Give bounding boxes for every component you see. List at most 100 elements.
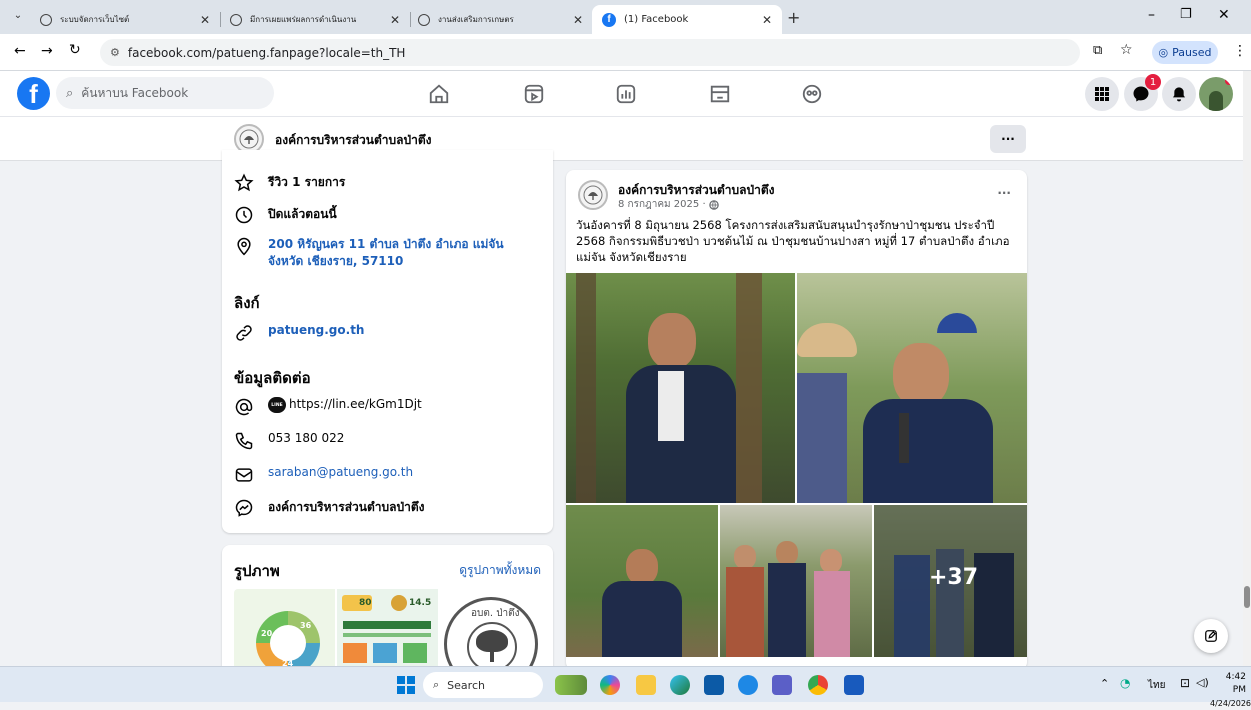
- tab-agriculture[interactable]: งานส่งเสริมการเกษตร ✕: [408, 5, 593, 34]
- chrome-icon[interactable]: [808, 675, 828, 695]
- search-icon: ⌕: [66, 85, 74, 101]
- reload-icon[interactable]: ↻: [69, 42, 81, 58]
- back-icon[interactable]: ←: [14, 43, 26, 59]
- thumb-number: 80: [359, 598, 372, 608]
- website-row: patueng.go.th: [234, 323, 364, 343]
- facebook-top-nav: f ⌕ ค้นหาบน Facebook 1: [0, 71, 1243, 117]
- links-heading: ลิงก์: [234, 294, 260, 312]
- email-link[interactable]: saraban@patueng.go.th: [268, 465, 413, 479]
- store-icon[interactable]: [704, 675, 724, 695]
- scrollbar-thumb[interactable]: [1244, 586, 1250, 608]
- messenger-button[interactable]: 1: [1124, 74, 1161, 111]
- shop-icon[interactable]: [707, 81, 733, 107]
- post-author-avatar[interactable]: [578, 180, 608, 210]
- minimize-button[interactable]: –: [1148, 7, 1155, 23]
- messenger-name[interactable]: องค์การบริหารส่วนตำบลป่าตึง: [268, 498, 424, 517]
- post-photo-2[interactable]: [797, 273, 1027, 503]
- address-link[interactable]: 200 หิรัญนคร 11 ตำบล ป่าตึง อำเภอ แม่จัน…: [268, 236, 534, 270]
- menu-grid-button[interactable]: [1085, 77, 1119, 111]
- search-placeholder: ค้นหาบน Facebook: [81, 85, 189, 100]
- taskbar-search-label: Search: [447, 678, 485, 692]
- reviews-text[interactable]: รีวิว 1 รายการ: [268, 173, 345, 192]
- site-info-icon[interactable]: ⚙: [110, 46, 120, 59]
- compose-button[interactable]: [1194, 619, 1228, 653]
- page-scrollbar[interactable]: [1243, 71, 1251, 666]
- volume-icon[interactable]: ◁): [1196, 676, 1209, 689]
- facebook-logo[interactable]: f: [17, 77, 50, 110]
- restore-button[interactable]: ❐: [1180, 7, 1192, 22]
- line-url[interactable]: https://lin.ee/kGm1Djt: [289, 397, 422, 411]
- windows-taskbar: ⌕ Search ⌃ ◔ ไทย ⊡ ◁) 4:42 PM 4/24/2026: [0, 666, 1251, 708]
- gaming-icon[interactable]: [799, 81, 825, 107]
- new-tab-button[interactable]: +: [787, 8, 800, 27]
- email-icon: [235, 468, 253, 482]
- windows-start-icon[interactable]: [397, 676, 415, 694]
- post-photo-3[interactable]: [566, 505, 718, 657]
- close-tab-icon[interactable]: ✕: [573, 13, 583, 27]
- tray-app-icon[interactable]: ◔: [1120, 676, 1130, 690]
- browser-menu-icon[interactable]: ⋮: [1233, 43, 1247, 59]
- clock[interactable]: 4:42 PM 4/24/2026: [1210, 671, 1251, 710]
- post-meta: 8 กรกฎาคม 2025 ·: [618, 197, 719, 212]
- phone-icon: [235, 432, 253, 450]
- profile-paused-button[interactable]: ◎ Paused: [1152, 41, 1218, 64]
- widgets-icon[interactable]: [555, 675, 587, 695]
- app-icon[interactable]: [738, 675, 758, 695]
- cast-icon[interactable]: ⧉: [1093, 43, 1102, 58]
- close-tab-icon[interactable]: ✕: [390, 13, 400, 27]
- website-link[interactable]: patueng.go.th: [268, 323, 364, 337]
- reviews-row: รีวิว 1 รายการ: [234, 173, 345, 193]
- forward-icon[interactable]: →: [41, 43, 53, 59]
- photo-thumbnail[interactable]: 80 14.5: [337, 589, 438, 669]
- post-photo-5[interactable]: +37: [874, 505, 1027, 657]
- post-date[interactable]: 8 กรกฎาคม 2025 ·: [618, 197, 706, 212]
- clock-icon: [235, 206, 253, 224]
- bookmark-star-icon[interactable]: ☆: [1120, 42, 1133, 58]
- facebook-search-input[interactable]: ⌕ ค้นหาบน Facebook: [56, 77, 274, 109]
- tab-publish-results[interactable]: มีการเผยแพร่ผลการดำเนินงาน ✕: [220, 5, 411, 34]
- home-icon[interactable]: [426, 81, 452, 107]
- tab-list-icon[interactable]: ⌄: [10, 10, 26, 26]
- marketplace-icon[interactable]: [613, 81, 639, 107]
- browser-tab-bar: ⌄ ระบบจัดการเว็บไซต์ ✕ มีการเผยแพร่ผลการ…: [0, 0, 1251, 34]
- tab-website-admin[interactable]: ระบบจัดการเว็บไซต์ ✕: [30, 5, 221, 34]
- copilot-icon[interactable]: [600, 675, 620, 695]
- url-field[interactable]: ⚙ facebook.com/patueng.fanpage?locale=th…: [100, 39, 1080, 66]
- messenger-row: องค์การบริหารส่วนตำบลป่าตึง: [234, 498, 424, 518]
- reels-icon[interactable]: [521, 81, 547, 107]
- notifications-button[interactable]: [1162, 77, 1196, 111]
- globe-icon: [708, 199, 719, 210]
- network-icon[interactable]: ⊡: [1180, 676, 1190, 690]
- post-photo-4[interactable]: [720, 505, 872, 657]
- see-all-photos-link[interactable]: ดูรูปภาพทั้งหมด: [459, 561, 541, 580]
- photo-thumbnail[interactable]: อบต. ป่าตึง: [440, 589, 541, 669]
- photos-card: รูปภาพ ดูรูปภาพทั้งหมด 20 36 24 80 14.5 …: [222, 545, 553, 685]
- profile-label: Paused: [1172, 46, 1212, 59]
- more-label: ···: [1001, 132, 1015, 146]
- clock-date: 4/24/2026: [1210, 699, 1251, 708]
- tab-facebook[interactable]: f (1) Facebook ✕: [592, 5, 782, 34]
- page-name[interactable]: องค์การบริหารส่วนตำบลป่าตึง: [275, 131, 431, 150]
- avatar[interactable]: [1199, 77, 1233, 111]
- close-tab-icon[interactable]: ✕: [762, 13, 772, 27]
- post-more-button[interactable]: ···: [997, 186, 1011, 200]
- notification-badge: 1: [1145, 74, 1161, 90]
- tab-label: มีการเผยแพร่ผลการดำเนินงาน: [250, 15, 357, 24]
- phone-number[interactable]: 053 180 022: [268, 431, 344, 445]
- post-photo-1[interactable]: [566, 273, 795, 503]
- close-tab-icon[interactable]: ✕: [200, 13, 210, 27]
- word-icon[interactable]: [844, 675, 864, 695]
- tray-chevron-icon[interactable]: ⌃: [1100, 677, 1109, 690]
- star-icon: [234, 173, 254, 192]
- photo-thumbnail[interactable]: 20 36 24: [234, 589, 335, 669]
- address-row: 200 หิรัญนคร 11 ตำบล ป่าตึง อำเภอ แม่จัน…: [234, 236, 534, 270]
- close-window-button[interactable]: ✕: [1218, 7, 1230, 23]
- more-options-button[interactable]: ···: [990, 125, 1026, 153]
- link-icon: [236, 325, 252, 341]
- file-explorer-icon[interactable]: [636, 675, 656, 695]
- taskbar-search[interactable]: ⌕ Search: [423, 672, 543, 698]
- edge-icon[interactable]: [670, 675, 690, 695]
- input-language[interactable]: ไทย: [1148, 678, 1165, 693]
- teams-icon[interactable]: [772, 675, 792, 695]
- profile-icon: ◎: [1158, 46, 1169, 59]
